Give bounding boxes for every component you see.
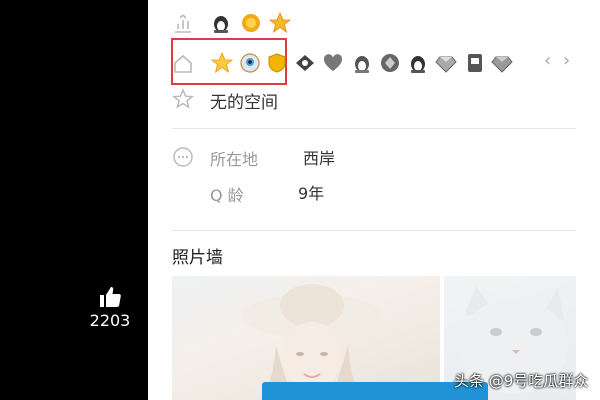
location-value: 西岸: [303, 149, 336, 168]
prev-arrow[interactable]: ‹: [544, 50, 551, 71]
sun-icon[interactable]: [240, 12, 262, 34]
penguin-icon[interactable]: [210, 12, 232, 34]
more-icon[interactable]: [172, 146, 194, 168]
heart-icon[interactable]: [322, 52, 344, 74]
card-icon[interactable]: [464, 52, 486, 74]
watermark: 头条 @9号吃瓜群众: [454, 372, 589, 390]
q-age-label: Q 龄: [210, 186, 244, 205]
penguin-icon[interactable]: [351, 52, 373, 74]
penguin-icon[interactable]: [407, 52, 429, 74]
gem-icon[interactable]: [491, 52, 513, 74]
q-age-value: 9年: [298, 184, 325, 203]
space-name[interactable]: 无的空间: [210, 88, 278, 113]
like-widget[interactable]: 2203: [75, 285, 145, 345]
location-label: 所在地: [210, 150, 259, 169]
gem-icon[interactable]: [435, 52, 457, 74]
divider: [172, 230, 576, 231]
thumbs-up-icon: [100, 287, 121, 307]
profile-panel: ‹ › 无的空间 所在地 西岸 Q 龄 9年 照片墙: [148, 0, 600, 400]
diamond-icon[interactable]: [379, 52, 401, 74]
level-icon: [175, 14, 191, 33]
shield-icon[interactable]: [266, 52, 288, 74]
star-icon[interactable]: [269, 12, 291, 34]
divider: [172, 128, 576, 129]
star-icon[interactable]: [211, 52, 233, 74]
next-arrow[interactable]: ›: [563, 50, 570, 71]
eye-orb-icon[interactable]: [239, 52, 261, 74]
like-count: 2203: [89, 311, 131, 330]
star-outline-icon: [172, 88, 194, 109]
diamond-penguin-icon[interactable]: [294, 52, 316, 74]
photo-wall-title: 照片墙: [172, 248, 223, 268]
